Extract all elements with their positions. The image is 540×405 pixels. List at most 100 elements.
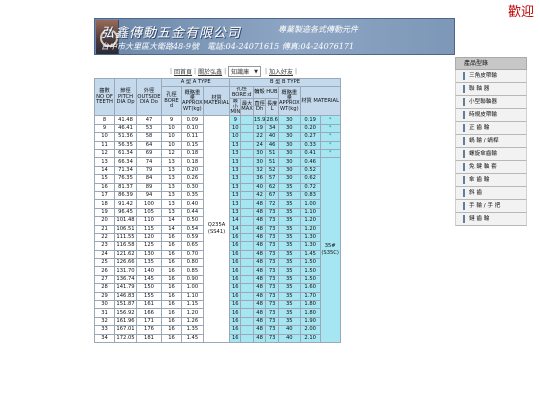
table-cell <box>240 148 254 159</box>
table-cell: 35# (S35C) <box>319 157 341 343</box>
sidebar-item[interactable]: 三角皮帶輪 <box>455 70 527 83</box>
table-cell: 35 <box>277 182 301 192</box>
table-cell: 0.18 <box>181 148 204 159</box>
nav-join-link[interactable]: 加入好友 <box>269 67 293 76</box>
table-cell: 1.90 <box>299 316 321 327</box>
table-cell: 0.62 <box>299 174 321 184</box>
table-cell: 51 <box>265 148 279 159</box>
sidebar-item[interactable]: 手 輪 / 手 把 <box>455 200 527 213</box>
table-cell: 111.55 <box>114 232 137 243</box>
table-cell: 1.00 <box>299 199 321 209</box>
star-icon: * <box>319 148 341 159</box>
table-cell <box>240 216 254 226</box>
table-cell: 73 <box>265 274 279 285</box>
table-cell: 51.36 <box>114 132 137 142</box>
sidebar-item[interactable]: 斜 齒 <box>455 187 527 200</box>
table-cell: 35 <box>277 266 301 276</box>
table-cell: 1.50 <box>299 266 321 276</box>
table-cell: 48 <box>252 299 267 310</box>
table-cell: 13 <box>229 174 242 184</box>
table-cell: 73 <box>265 241 279 251</box>
table-cell: 161 <box>136 299 162 310</box>
table-cell: 10 <box>161 132 182 142</box>
company-name: 弘鑫傳動五金有限公司 <box>101 26 242 41</box>
table-cell: 16 <box>229 249 242 260</box>
table-cell: 1.00 <box>181 283 204 293</box>
table-cell: 14 <box>229 216 242 226</box>
table-cell: 0.10 <box>181 123 204 134</box>
table-cell: 73 <box>265 249 279 260</box>
nav-home-link[interactable]: 回首頁 <box>174 67 192 76</box>
table-cell: 13 <box>229 148 242 159</box>
header-banner: 弘鑫傳動五金有限公司 專業製造各式傳動元件 台中市大里區大衛路48-9號 電話:… <box>94 18 455 55</box>
table-cell: 13 <box>161 207 182 218</box>
header-a-material: 材質 MATERIAL <box>202 86 231 117</box>
table-cell: 1.50 <box>299 258 321 268</box>
table-cell: 73 <box>265 316 279 327</box>
header-b-max: 最大 MAX <box>240 98 254 117</box>
table-cell: 151.87 <box>114 299 137 310</box>
sidebar-item[interactable]: 小型聯軸器 <box>455 96 527 109</box>
welcome-text: 歡迎 <box>508 5 535 20</box>
table-cell: 13 <box>229 182 242 192</box>
sidebar-title: 產品型錄 <box>455 57 527 70</box>
header-a-weight: 概略重量 APPROX WT(kg) <box>181 86 204 117</box>
sidebar-item[interactable]: 聯 軸 器 <box>455 83 527 96</box>
star-mark: * <box>328 141 332 148</box>
table-cell: 1.30 <box>299 232 321 243</box>
header-b-l: 長度 L <box>265 98 279 117</box>
table-cell: 16 <box>229 258 242 268</box>
table-cell: 27 <box>94 274 115 285</box>
table-cell: 69 <box>136 148 162 159</box>
table-cell: 136.74 <box>114 274 137 285</box>
table-cell: 1.70 <box>299 291 321 302</box>
table-cell: 0.52 <box>299 165 321 176</box>
sidebar-item[interactable]: 傘 齒 輪 <box>455 174 527 187</box>
table-cell: 14 <box>161 224 182 234</box>
table-cell: 146.83 <box>114 291 137 302</box>
table-cell: 73 <box>265 224 279 234</box>
table-cell: 25 <box>94 258 115 268</box>
table-cell: 41.48 <box>114 115 137 125</box>
table-cell: 1.50 <box>299 274 321 285</box>
table-cell: 0.15 <box>181 140 204 151</box>
table-cell: 0.44 <box>181 207 204 218</box>
header-b-min: 最小 MIN <box>229 98 242 117</box>
sidebar-item[interactable]: 鏈 齒 輪 <box>455 213 527 226</box>
table-cell: 86.39 <box>114 190 137 201</box>
table-cell: 161.96 <box>114 316 137 327</box>
sidebar-item[interactable]: 免 鍵 軸 套 <box>455 161 527 174</box>
table-cell: 13 <box>161 165 182 176</box>
table-cell: 73 <box>265 207 279 218</box>
company-contact: 台中市大里區大衛路48-9號 電話:04-24071615 傳真:04-2407… <box>101 42 355 51</box>
nav-about-link[interactable]: 關於弘鑫 <box>198 67 222 76</box>
table-cell: 145 <box>136 274 162 285</box>
sidebar-item[interactable]: 正 齒 輪 <box>455 122 527 135</box>
knowledge-select[interactable]: 知識庫 ▼ <box>228 66 261 77</box>
header-pitch: 節徑 PITCH DIA Dp <box>114 77 137 117</box>
table-cell: Q235A (SS41) <box>202 115 231 343</box>
star-icon: * <box>319 140 341 151</box>
table-cell: 66.34 <box>114 157 137 167</box>
table-cell: 73 <box>265 299 279 310</box>
table-cell: 35 <box>277 291 301 302</box>
table-cell: 52 <box>265 165 279 176</box>
sidebar-item[interactable]: 螺旋傘齒輪 <box>455 148 527 161</box>
table-cell: 8 <box>94 115 115 125</box>
product-sidebar: 產品型錄 三角皮帶輪聯 軸 器小型聯軸器 時規皮帶輪正 齒 輪蝸 輪 / 蝸桿 螺旋… <box>455 57 527 226</box>
sidebar-item[interactable]: 蝸 輪 / 蝸桿 <box>455 135 527 148</box>
table-cell <box>240 258 254 268</box>
table-cell: 12 <box>161 148 182 159</box>
table-cell: 34 <box>265 123 279 134</box>
table-cell: 29 <box>94 291 115 302</box>
table-cell: 32 <box>252 165 267 176</box>
table-cell: 115 <box>136 224 162 234</box>
table-cell: 171 <box>136 316 162 327</box>
table-cell: 16 <box>94 182 115 192</box>
table-cell: 1.20 <box>299 224 321 234</box>
table-cell: 46.41 <box>114 123 137 134</box>
sidebar-item[interactable]: 時規皮帶輪 <box>455 109 527 122</box>
table-cell: 16 <box>229 299 242 310</box>
table-cell: 16 <box>161 299 182 310</box>
table-cell: 10 <box>161 123 182 134</box>
